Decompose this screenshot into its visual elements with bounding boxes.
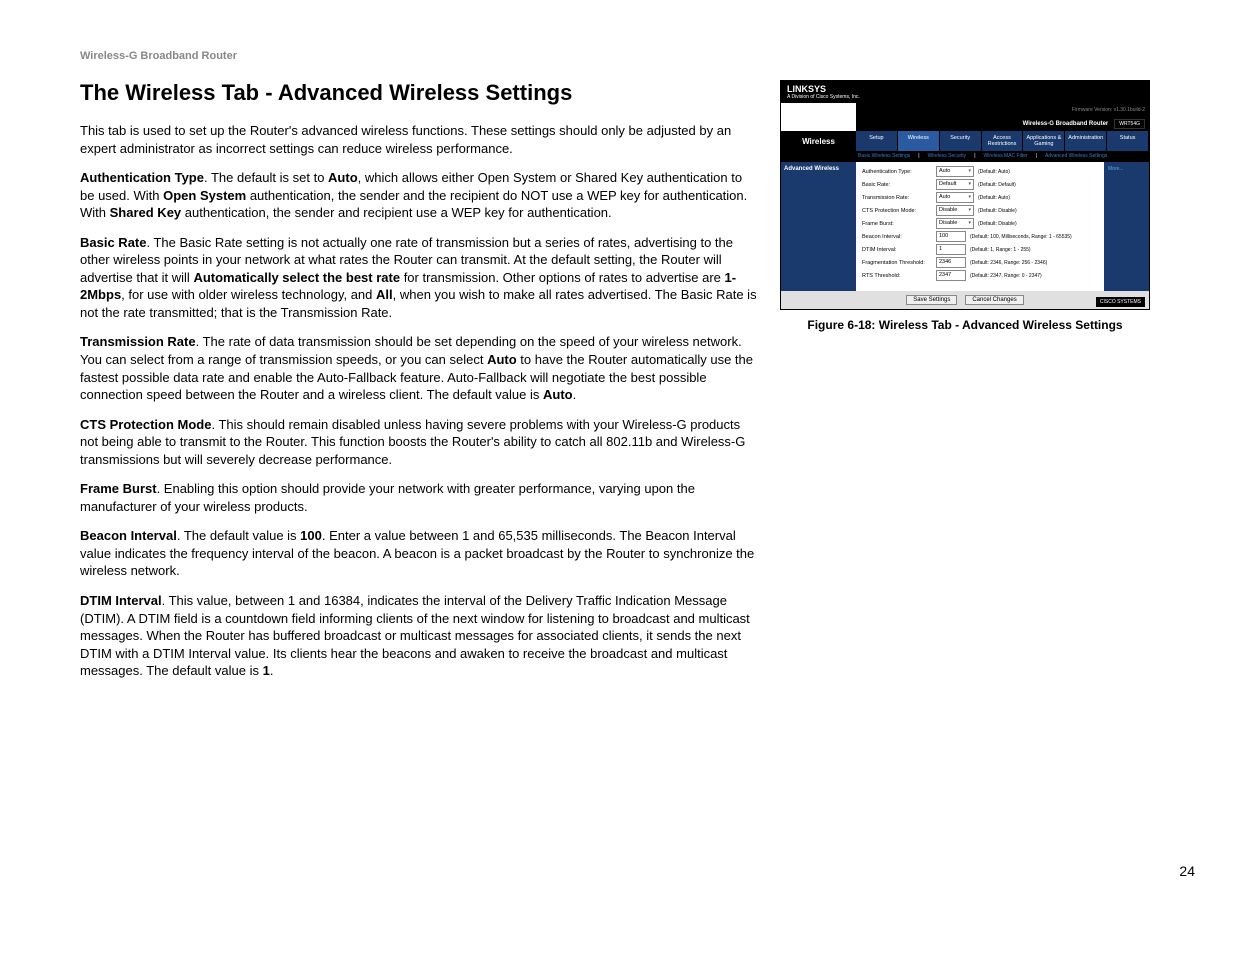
sub-tabs: Basic Wireless Settings| Wireless Securi… (781, 151, 1149, 162)
beacon-input[interactable]: 100 (936, 231, 966, 242)
router-logo-bar: LINKSYS A Division of Cisco Systems, Inc… (781, 81, 1149, 103)
para-intro: This tab is used to set up the Router's … (80, 122, 760, 157)
cisco-logo: CISCO SYSTEMS (1096, 297, 1145, 307)
settings-form: Authentication Type:Auto(Default: Auto) … (856, 162, 1104, 291)
auth-type-select[interactable]: Auto (936, 166, 974, 177)
firmware-version: Firmware Version: v1.30.1build-2 (1072, 107, 1145, 113)
tab-access[interactable]: Access Restrictions (982, 131, 1024, 151)
basic-rate-select[interactable]: Default (936, 179, 974, 190)
subtab-mac[interactable]: Wireless MAC Filter (982, 153, 1030, 159)
tab-admin[interactable]: Administration (1065, 131, 1107, 151)
router-screenshot: LINKSYS A Division of Cisco Systems, Inc… (780, 80, 1150, 310)
rts-input[interactable]: 2347 (936, 270, 966, 281)
more-link[interactable]: More... (1104, 162, 1149, 176)
para-basic: Basic Rate. The Basic Rate setting is no… (80, 234, 760, 322)
page-number: 24 (1179, 863, 1195, 879)
tab-wireless[interactable]: Wireless (898, 131, 940, 151)
frame-burst-select[interactable]: Disable (936, 218, 974, 229)
banner-label: Wireless-G Broadband Router (1023, 121, 1109, 127)
subtab-basic[interactable]: Basic Wireless Settings (856, 153, 912, 159)
para-trans: Transmission Rate. The rate of data tran… (80, 333, 760, 403)
cts-mode-select[interactable]: Disable (936, 205, 974, 216)
figure-caption: Figure 6-18: Wireless Tab - Advanced Wir… (780, 318, 1150, 332)
frag-input[interactable]: 2346 (936, 257, 966, 268)
main-tabs: Setup Wireless Security Access Restricti… (856, 131, 1149, 151)
para-frame: Frame Burst. Enabling this option should… (80, 480, 760, 515)
side-tab-label: Wireless (781, 131, 856, 151)
text-column: The Wireless Tab - Advanced Wireless Set… (80, 80, 760, 692)
page-title: The Wireless Tab - Advanced Wireless Set… (80, 80, 760, 106)
para-cts: CTS Protection Mode. This should remain … (80, 416, 760, 469)
section-label: Advanced Wireless (781, 162, 856, 291)
subtab-advanced[interactable]: Advanced Wireless Settings (1043, 153, 1109, 159)
cancel-button[interactable]: Cancel Changes (965, 295, 1023, 305)
para-dtim: DTIM Interval. This value, between 1 and… (80, 592, 760, 680)
dtim-input[interactable]: 1 (936, 244, 966, 255)
header-product: Wireless-G Broadband Router (80, 50, 1195, 62)
para-auth: Authentication Type. The default is set … (80, 169, 760, 222)
tab-status[interactable]: Status (1107, 131, 1149, 151)
figure-column: LINKSYS A Division of Cisco Systems, Inc… (780, 80, 1150, 332)
model-label: WRT54G (1114, 119, 1145, 129)
tab-apps[interactable]: Applications & Gaming (1023, 131, 1065, 151)
save-button[interactable]: Save Settings (906, 295, 957, 305)
tab-security[interactable]: Security (940, 131, 982, 151)
subtab-security[interactable]: Wireless Security (926, 153, 969, 159)
tab-setup[interactable]: Setup (856, 131, 898, 151)
trans-rate-select[interactable]: Auto (936, 192, 974, 203)
para-beacon: Beacon Interval. The default value is 10… (80, 527, 760, 580)
